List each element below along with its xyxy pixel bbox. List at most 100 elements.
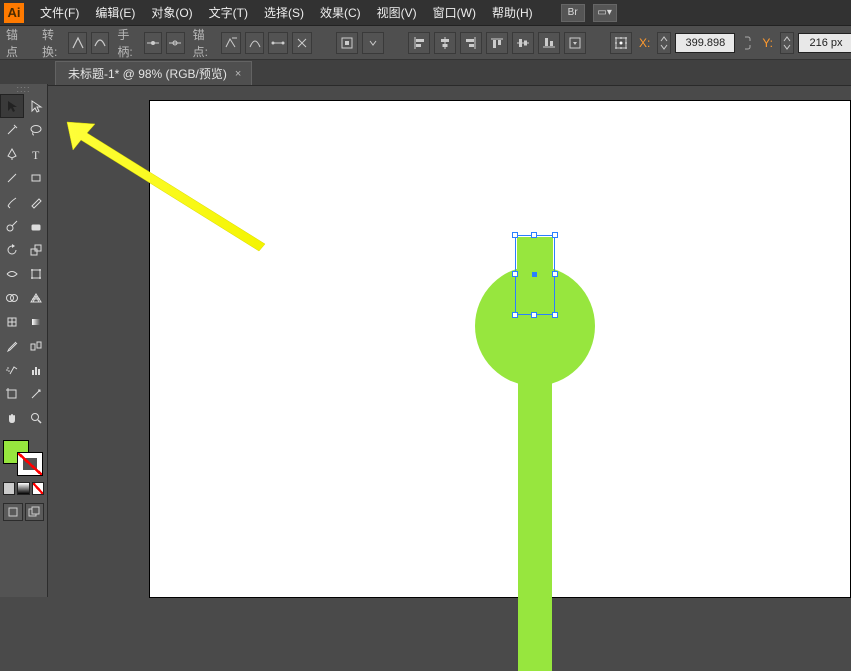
x-stepper[interactable] (657, 32, 671, 54)
isolate-group (336, 32, 384, 54)
bridge-icon[interactable]: Br (561, 4, 585, 22)
reference-point-button[interactable] (610, 32, 632, 54)
arrange-docs-icon[interactable]: ▭ ▾ (593, 4, 617, 22)
work-area[interactable] (55, 86, 851, 597)
color-none-button[interactable] (32, 482, 44, 495)
screen-mode-row (0, 503, 47, 521)
anchor-add-button[interactable] (245, 32, 265, 54)
slice-tool[interactable] (24, 382, 48, 406)
menu-type[interactable]: 文字(T) (201, 0, 256, 26)
perspective-grid-tool[interactable] (24, 286, 48, 310)
menu-bar: Ai 文件(F) 编辑(E) 对象(O) 文字(T) 选择(S) 效果(C) 视… (0, 0, 851, 26)
artboard-tool[interactable] (0, 382, 24, 406)
color-gradient-button[interactable] (17, 482, 29, 495)
direct-selection-tool[interactable] (24, 94, 48, 118)
menu-effect[interactable]: 效果(C) (312, 0, 369, 26)
align-bottom-button[interactable] (538, 32, 560, 54)
menu-window[interactable]: 窗口(W) (425, 0, 484, 26)
artwork-rectangle-selected[interactable] (517, 237, 553, 313)
close-icon[interactable]: × (235, 68, 241, 80)
document-tab-title: 未标题-1* @ 98% (RGB/预览) (68, 65, 227, 82)
convert-label: 转换: (42, 26, 64, 60)
menu-edit[interactable]: 编辑(E) (87, 0, 143, 26)
width-tool[interactable] (0, 262, 24, 286)
panel-grip-icon[interactable]: :::: (0, 84, 47, 94)
app-logo: Ai (4, 3, 24, 23)
rectangle-tool[interactable] (24, 166, 48, 190)
menu-file[interactable]: 文件(F) (32, 0, 87, 26)
hand-tool[interactable] (0, 406, 24, 430)
transform-group: X: 399.898 Y: 216 px (610, 32, 851, 54)
handle-label: 手柄: (117, 26, 139, 60)
scale-tool[interactable] (24, 238, 48, 262)
selection-tool[interactable] (0, 94, 24, 118)
convert-smooth-button[interactable] (91, 32, 109, 54)
convert-group: 转换: (42, 26, 109, 60)
y-label: Y: (762, 36, 773, 50)
link-xy-icon[interactable] (739, 33, 755, 53)
draw-behind-button[interactable] (25, 503, 45, 521)
draw-normal-button[interactable] (3, 503, 23, 521)
align-top-button[interactable] (486, 32, 508, 54)
align-left-button[interactable] (408, 32, 430, 54)
align-hcenter-button[interactable] (434, 32, 456, 54)
anchor-label: 锚点: (193, 26, 217, 60)
menu-select[interactable]: 选择(S) (256, 0, 312, 26)
y-stepper[interactable] (780, 32, 794, 54)
eraser-tool[interactable] (24, 214, 48, 238)
color-solid-button[interactable] (3, 482, 15, 495)
align-vcenter-button[interactable] (512, 32, 534, 54)
column-graph-tool[interactable] (24, 358, 48, 382)
paintbrush-tool[interactable] (0, 190, 24, 214)
layout-glyph: ▭ (597, 7, 606, 18)
anchor-left-label: 锚点 (6, 26, 18, 60)
menu-object[interactable]: 对象(O) (143, 0, 200, 26)
isolate-dropdown[interactable] (362, 32, 384, 54)
artboard[interactable] (150, 101, 850, 597)
align-right-button[interactable] (460, 32, 482, 54)
convert-corner-button[interactable] (68, 32, 86, 54)
magic-wand-tool[interactable] (0, 118, 24, 142)
menu-right-group: Br ▭ ▾ (561, 4, 617, 22)
anchor-cut-button[interactable] (292, 32, 312, 54)
gradient-tool[interactable] (24, 310, 48, 334)
artwork-rectangle-stem[interactable] (518, 371, 552, 671)
anchor-remove-button[interactable] (221, 32, 241, 54)
fill-stroke-swatches[interactable] (0, 438, 48, 478)
align-to-dropdown[interactable] (564, 32, 586, 54)
isolate-button[interactable] (336, 32, 358, 54)
document-tab-bar: 未标题-1* @ 98% (RGB/预览) × (0, 60, 851, 86)
toolbox: :::: T (0, 84, 48, 597)
shape-builder-tool[interactable] (0, 286, 24, 310)
anchor-group: 锚点: (193, 26, 312, 60)
svg-text:T: T (32, 148, 40, 161)
blend-tool[interactable] (24, 334, 48, 358)
x-input[interactable]: 399.898 (675, 33, 735, 53)
pen-tool[interactable] (0, 142, 24, 166)
stroke-swatch[interactable] (17, 452, 43, 476)
x-label: X: (639, 36, 650, 50)
blob-brush-tool[interactable] (0, 214, 24, 238)
symbol-sprayer-tool[interactable] (0, 358, 24, 382)
type-tool[interactable]: T (24, 142, 48, 166)
tool-grid: T (0, 94, 47, 430)
y-input[interactable]: 216 px (798, 33, 851, 53)
document-tab[interactable]: 未标题-1* @ 98% (RGB/预览) × (55, 61, 252, 85)
handle-show-button[interactable] (144, 32, 162, 54)
zoom-tool[interactable] (24, 406, 48, 430)
mesh-tool[interactable] (0, 310, 24, 334)
align-group (408, 32, 586, 54)
menu-help[interactable]: 帮助(H) (484, 0, 541, 26)
rotate-tool[interactable] (0, 238, 24, 262)
eyedropper-tool[interactable] (0, 334, 24, 358)
free-transform-tool[interactable] (24, 262, 48, 286)
handle-group: 手柄: (117, 26, 184, 60)
color-mode-row (0, 482, 47, 495)
lasso-tool[interactable] (24, 118, 48, 142)
line-tool[interactable] (0, 166, 24, 190)
menu-view[interactable]: 视图(V) (369, 0, 425, 26)
pencil-tool[interactable] (24, 190, 48, 214)
handle-hide-button[interactable] (166, 32, 184, 54)
dropdown-glyph: ▾ (607, 7, 612, 18)
anchor-connect-button[interactable] (268, 32, 288, 54)
